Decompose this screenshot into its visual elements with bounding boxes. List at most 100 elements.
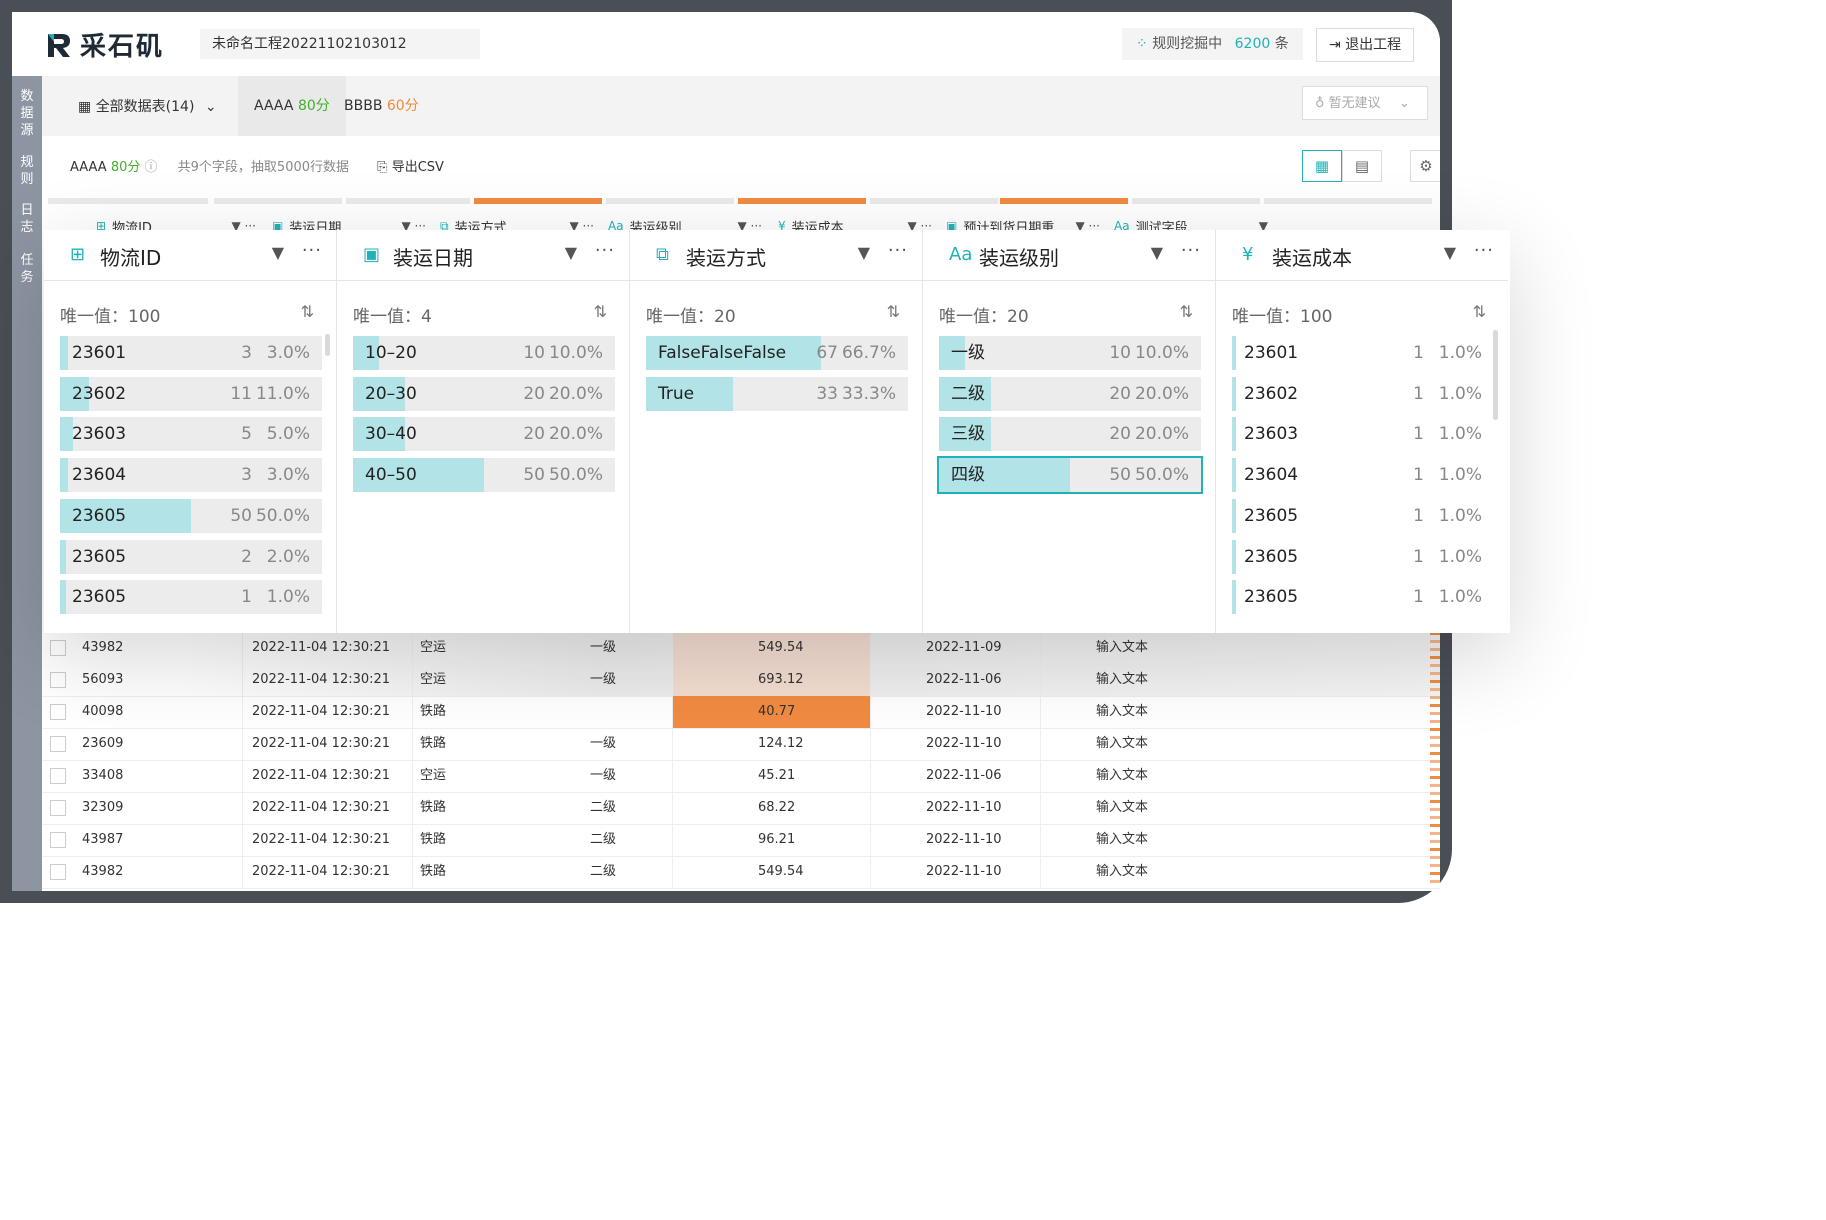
value-distribution-bar[interactable]: 四级 50 50.0% xyxy=(937,456,1203,495)
value-distribution-bar[interactable]: 23605 50 50.0% xyxy=(60,498,322,533)
value-distribution-bar[interactable]: 30–40 20 20.0% xyxy=(353,417,615,452)
value-distribution-bar[interactable]: 23602 11 11.0% xyxy=(60,376,322,411)
more-icon[interactable]: ··· xyxy=(595,240,615,261)
sort-icon[interactable]: ⇅ xyxy=(887,302,900,321)
table-cell: 96.21 xyxy=(758,832,796,847)
column-quality-bar xyxy=(870,198,998,204)
card-view-icon[interactable]: ▤ xyxy=(1342,150,1382,182)
value-distribution-bar[interactable]: 一级 10 10.0% xyxy=(939,336,1201,370)
bar-label: 23605 xyxy=(72,505,127,526)
logo-text: 采石矶 xyxy=(80,32,165,62)
row-checkbox[interactable] xyxy=(50,672,66,688)
table-cell: 23609 xyxy=(82,736,124,751)
bar-label: 40–50 xyxy=(365,465,417,486)
table-row[interactable]: 33408 2022-11-04 12:30:21 空运 一级 45.21 2022-11… xyxy=(42,760,1440,793)
profile-scrollbar[interactable] xyxy=(1493,330,1498,420)
more-icon[interactable]: ··· xyxy=(302,240,322,261)
value-distribution-bar[interactable]: 23605 2 2.0% xyxy=(60,539,322,574)
export-csv-button[interactable]: ⎘ 导出CSV xyxy=(377,160,444,175)
sort-icon[interactable]: ⇅ xyxy=(301,302,314,321)
value-distribution-bar[interactable]: 三级 20 20.0% xyxy=(939,417,1201,452)
more-icon[interactable]: ··· xyxy=(1181,240,1201,261)
profile-column: ▣ 装运日期 ▼ ··· 唯一值：4 ⇅ 10–20 10 10.0% 20–30 20 20.0% 3… xyxy=(337,230,630,633)
sort-icon[interactable]: ⇅ xyxy=(594,302,607,321)
table-row[interactable]: 23609 2022-11-04 12:30:21 铁路 一级 124.12 2022-1… xyxy=(42,728,1440,761)
row-checkbox[interactable] xyxy=(50,800,66,816)
value-distribution-bar[interactable]: 二级 20 20.0% xyxy=(939,376,1201,411)
row-checkbox[interactable] xyxy=(50,864,66,880)
exit-project-button[interactable]: ⇥ 退出工程 xyxy=(1316,28,1415,62)
bar-count: 1 xyxy=(1413,505,1424,526)
value-distribution-bar[interactable]: 20–30 20 20.0% xyxy=(353,376,615,411)
table-cell: 铁路 xyxy=(420,832,447,847)
value-distribution-bar[interactable]: True 33 33.3% xyxy=(646,376,908,411)
value-distribution-bar[interactable]: 23603 5 5.0% xyxy=(60,417,322,452)
suggestion-dropdown[interactable]: ♁ 暂无建议 ⌄ xyxy=(1302,86,1428,120)
table-row[interactable]: 43982 2022-11-04 12:30:21 空运 一级 549.54 2022-1… xyxy=(42,632,1440,665)
sort-icon[interactable]: ⇅ xyxy=(1180,302,1193,321)
table-row[interactable]: 40098 2022-11-04 12:30:21 铁路 一级 40.77 2022-11… xyxy=(42,696,1440,729)
column-divider xyxy=(672,632,673,664)
table-row[interactable]: 32309 2022-11-04 12:30:21 铁路 二级 68.22 2022-11… xyxy=(42,792,1440,825)
row-checkbox[interactable] xyxy=(50,832,66,848)
table-row[interactable]: 43982 2022-11-04 12:30:21 铁路 二级 549.54 2022-1… xyxy=(42,856,1440,889)
all-tables-dropdown[interactable]: ▦ 全部数据表(14) ⌄ xyxy=(78,96,217,116)
more-icon[interactable]: ··· xyxy=(888,240,908,261)
bar-count: 1 xyxy=(1413,546,1424,567)
value-distribution-bar[interactable]: 10–20 10 10.0% xyxy=(353,336,615,370)
value-distribution-bar[interactable]: 23602 1 1.0% xyxy=(1232,376,1494,411)
value-distribution-bar[interactable]: 23604 1 1.0% xyxy=(1232,458,1494,493)
filter-icon[interactable]: ▼ xyxy=(1444,243,1456,262)
column-divider xyxy=(242,664,243,696)
more-icon[interactable]: ··· xyxy=(1474,240,1494,261)
column-divider xyxy=(672,760,673,792)
value-distribution-bar[interactable]: 23601 1 1.0% xyxy=(1232,336,1494,370)
profile-scrollbar[interactable] xyxy=(325,334,330,356)
table-cell: 124.12 xyxy=(758,736,804,751)
row-checkbox[interactable] xyxy=(50,640,66,656)
row-checkbox[interactable] xyxy=(50,704,66,720)
value-distribution-bar[interactable]: 23605 1 1.0% xyxy=(60,580,322,615)
table-row[interactable]: 56093 2022-11-04 12:30:21 空运 一级 693.12 2022-1… xyxy=(42,664,1440,697)
anomaly-tick xyxy=(1430,848,1440,851)
value-distribution-bar[interactable]: FalseFalseFalse 67 66.7% xyxy=(646,336,908,370)
anomaly-tick xyxy=(1430,768,1440,771)
anomaly-tick xyxy=(1430,800,1440,803)
filter-icon[interactable]: ▼ xyxy=(858,243,870,262)
row-checkbox[interactable] xyxy=(50,736,66,752)
table-cell: 2022-11-04 12:30:21 xyxy=(252,672,391,687)
filter-icon[interactable]: ▼ xyxy=(565,243,577,262)
tab-bbbb[interactable]: BBBB 60分 xyxy=(328,76,435,136)
sort-icon[interactable]: ⇅ xyxy=(1473,302,1486,321)
info-icon[interactable]: ⓘ xyxy=(145,160,158,175)
anomaly-tick xyxy=(1430,656,1440,659)
project-name-field[interactable]: 未命名工程20221102103012 xyxy=(200,29,480,59)
bar-label: 20–30 xyxy=(365,383,417,404)
settings-gear-icon[interactable]: ⚙ xyxy=(1410,150,1440,182)
grid-view-icon[interactable]: ▦ xyxy=(1302,150,1342,182)
sidebar-item-logs[interactable]: 日志 xyxy=(12,202,42,236)
bar-percent: 20.0% xyxy=(548,383,603,404)
rule-mining-status[interactable]: ⁘ 规则挖掘中 6200 条 xyxy=(1122,28,1303,60)
sidebar-item-datasource[interactable]: 数据源 xyxy=(12,88,42,139)
filter-icon[interactable]: ▼ xyxy=(1151,243,1163,262)
anomaly-scroll-strip[interactable] xyxy=(1430,632,1440,891)
value-distribution-bar[interactable]: 40–50 50 50.0% xyxy=(353,458,615,493)
value-distribution-bar[interactable]: 23605 1 1.0% xyxy=(1232,580,1494,615)
sidebar-item-tasks[interactable]: 任务 xyxy=(12,252,42,286)
sidebar-item-rules[interactable]: 规则 xyxy=(12,154,42,188)
row-checkbox[interactable] xyxy=(50,768,66,784)
value-distribution-bar[interactable]: 23603 1 1.0% xyxy=(1232,417,1494,452)
bar-label: 23601 xyxy=(72,343,127,363)
bar-fill xyxy=(60,458,68,493)
anomaly-tick xyxy=(1430,824,1440,827)
filter-icon[interactable]: ▼ xyxy=(272,243,284,262)
table-row[interactable]: 43987 2022-11-04 12:30:21 铁路 二级 96.21 2022-11… xyxy=(42,824,1440,857)
value-distribution-bar[interactable]: 23601 3 3.0% xyxy=(60,336,322,370)
table-cell: 2022-11-04 12:30:21 xyxy=(252,864,391,879)
value-distribution-bar[interactable]: 23605 1 1.0% xyxy=(1232,539,1494,574)
value-distribution-bar[interactable]: 23605 1 1.0% xyxy=(1232,498,1494,533)
value-distribution-bar[interactable]: 23604 3 3.0% xyxy=(60,458,322,493)
bar-percent: 1.0% xyxy=(1438,505,1482,526)
bar-fill xyxy=(1232,539,1236,574)
